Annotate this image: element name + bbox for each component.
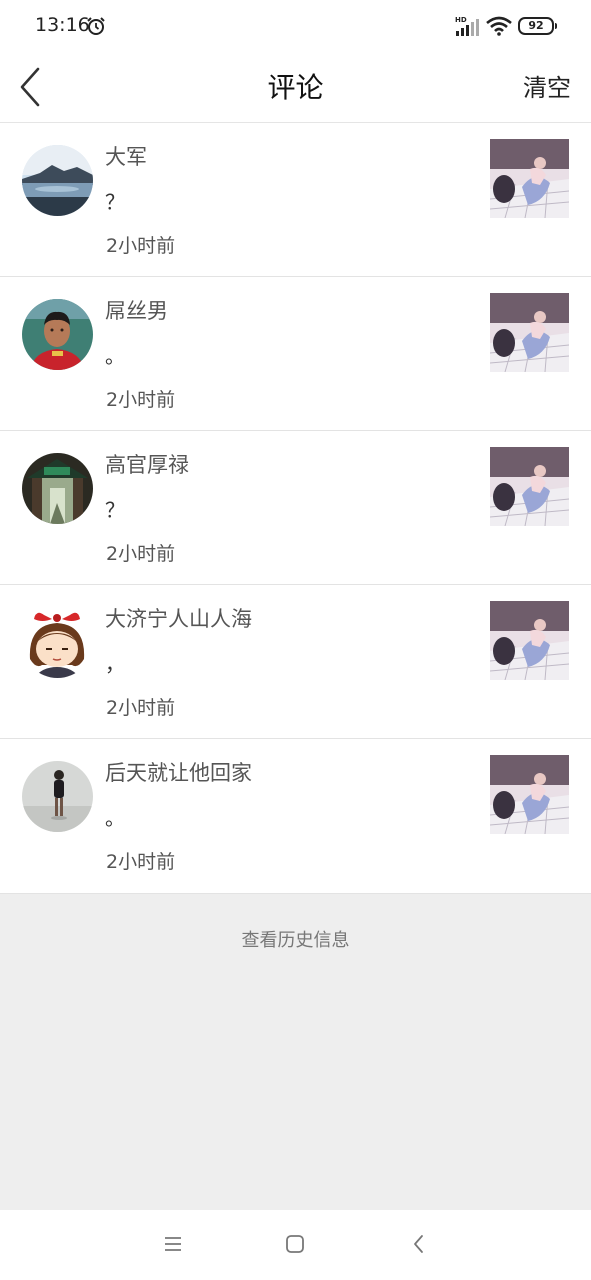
building-gate-avatar[interactable]: [22, 453, 93, 524]
comment-text: ？: [105, 190, 125, 214]
alarm-icon: [87, 17, 105, 35]
comment-item[interactable]: 大军 ？ 2小时前: [0, 123, 591, 277]
status-time: 13:16: [35, 14, 90, 36]
chevron-left-icon[interactable]: [14, 62, 48, 112]
cartoon-girl-avatar[interactable]: [22, 607, 93, 678]
football-player-avatar[interactable]: [22, 299, 93, 370]
comment-item[interactable]: 大济宁人山人海 ， 2小时前: [0, 585, 591, 739]
header-bar: 评论 清空: [0, 54, 591, 123]
battery-icon: 92: [518, 17, 557, 35]
comment-item[interactable]: 高官厚禄 ？ 2小时前: [0, 431, 591, 585]
comments-screen: 13:16 HD 92 评论 清空 大军 ？ 2小时前 屌丝男 。 2小时前 高…: [0, 0, 591, 1280]
clear-button[interactable]: 清空: [523, 68, 571, 103]
comment-time: 2小时前: [106, 235, 176, 257]
svg-text:HD: HD: [455, 16, 467, 24]
page-title: 评论: [267, 71, 324, 104]
post-thumbnail[interactable]: [490, 293, 569, 372]
comment-time: 2小时前: [106, 851, 176, 873]
post-thumbnail[interactable]: [490, 601, 569, 680]
post-thumbnail[interactable]: [490, 139, 569, 218]
wifi-icon: [486, 16, 512, 36]
comment-text: ，: [105, 652, 125, 676]
comment-list: 大军 ？ 2小时前 屌丝男 。 2小时前 高官厚禄 ？ 2小时前 大济宁人山人海…: [0, 123, 591, 894]
hd-signal-icon: HD: [455, 16, 479, 36]
comment-text: ？: [105, 498, 125, 522]
comment-username[interactable]: 大济宁人山人海: [105, 603, 252, 633]
comment-item[interactable]: 屌丝男 。 2小时前: [0, 277, 591, 431]
comment-time: 2小时前: [106, 543, 176, 565]
post-thumbnail[interactable]: [490, 755, 569, 834]
comment-text: 。: [105, 344, 125, 368]
menu-icon[interactable]: [161, 1232, 185, 1256]
comment-username[interactable]: 高官厚禄: [105, 449, 189, 479]
comment-username[interactable]: 后天就让他回家: [105, 757, 252, 787]
comment-time: 2小时前: [106, 697, 176, 719]
child-standing-avatar[interactable]: [22, 761, 93, 832]
comment-text: 。: [105, 806, 125, 830]
home-square-icon[interactable]: [283, 1232, 307, 1256]
comment-item[interactable]: 后天就让他回家 。 2小时前: [0, 739, 591, 894]
comment-username[interactable]: 屌丝男: [105, 295, 168, 325]
back-chevron-icon[interactable]: [407, 1232, 431, 1256]
landscape-lake-avatar[interactable]: [22, 145, 93, 216]
post-thumbnail[interactable]: [490, 447, 569, 526]
status-bar: 13:16 HD 92: [0, 0, 591, 54]
view-history-link[interactable]: 查看历史信息: [0, 926, 591, 952]
system-nav-bar: [0, 1210, 591, 1280]
comment-time: 2小时前: [106, 389, 176, 411]
comment-username[interactable]: 大军: [105, 141, 147, 171]
